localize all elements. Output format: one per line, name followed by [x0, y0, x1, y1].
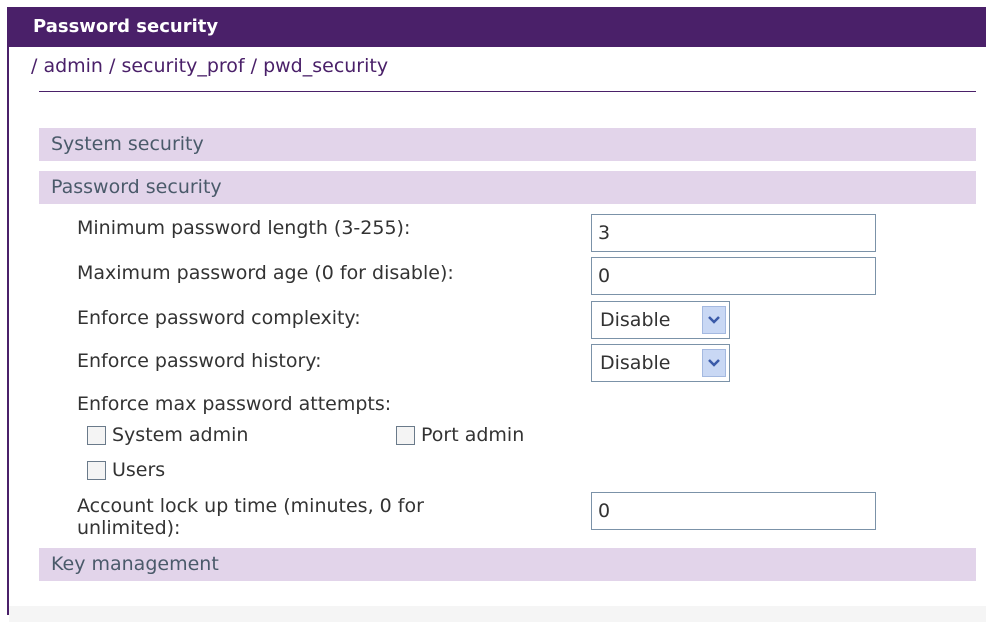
lock-time-label-line1: Account lock up time (minutes, 0 for: [77, 495, 424, 517]
section-key-management[interactable]: Key management: [39, 548, 976, 581]
complexity-label: Enforce password complexity:: [77, 307, 361, 329]
complexity-value: Disable: [600, 309, 671, 331]
port-admin-label: Port admin: [421, 424, 525, 446]
lock-time-label-line2: unlimited):: [77, 517, 181, 539]
max-age-input[interactable]: [591, 257, 876, 295]
history-label: Enforce password history:: [77, 350, 322, 372]
lock-time-input[interactable]: [591, 492, 876, 530]
history-select[interactable]: Disable: [591, 344, 730, 382]
breadcrumb[interactable]: / admin / security_prof / pwd_security: [31, 55, 388, 77]
panel: Password security / admin / security_pro…: [7, 7, 986, 622]
users-option[interactable]: Users: [87, 459, 165, 481]
chevron-down-icon[interactable]: [702, 306, 726, 334]
history-value: Disable: [600, 352, 671, 374]
system-admin-checkbox[interactable]: [87, 425, 106, 445]
footer-strip: [9, 606, 986, 622]
lock-time-label: Account lock up time (minutes, 0 for unl…: [77, 495, 424, 539]
divider: [39, 91, 976, 92]
min-length-input[interactable]: [591, 214, 876, 252]
users-checkbox[interactable]: [87, 460, 106, 480]
section-password-security[interactable]: Password security: [39, 171, 976, 204]
system-admin-label: System admin: [112, 424, 249, 446]
port-admin-option[interactable]: Port admin: [396, 424, 524, 446]
section-system-security[interactable]: System security: [39, 128, 976, 161]
system-admin-option[interactable]: System admin: [87, 424, 248, 446]
chevron-down-icon[interactable]: [702, 349, 726, 377]
max-age-label: Maximum password age (0 for disable):: [77, 262, 454, 284]
max-attempts-label: Enforce max password attempts:: [77, 393, 392, 415]
users-label: Users: [112, 459, 166, 481]
panel-title: Password security: [9, 7, 986, 47]
min-length-label: Minimum password length (3-255):: [77, 217, 411, 239]
complexity-select[interactable]: Disable: [591, 301, 730, 339]
port-admin-checkbox[interactable]: [396, 425, 415, 445]
